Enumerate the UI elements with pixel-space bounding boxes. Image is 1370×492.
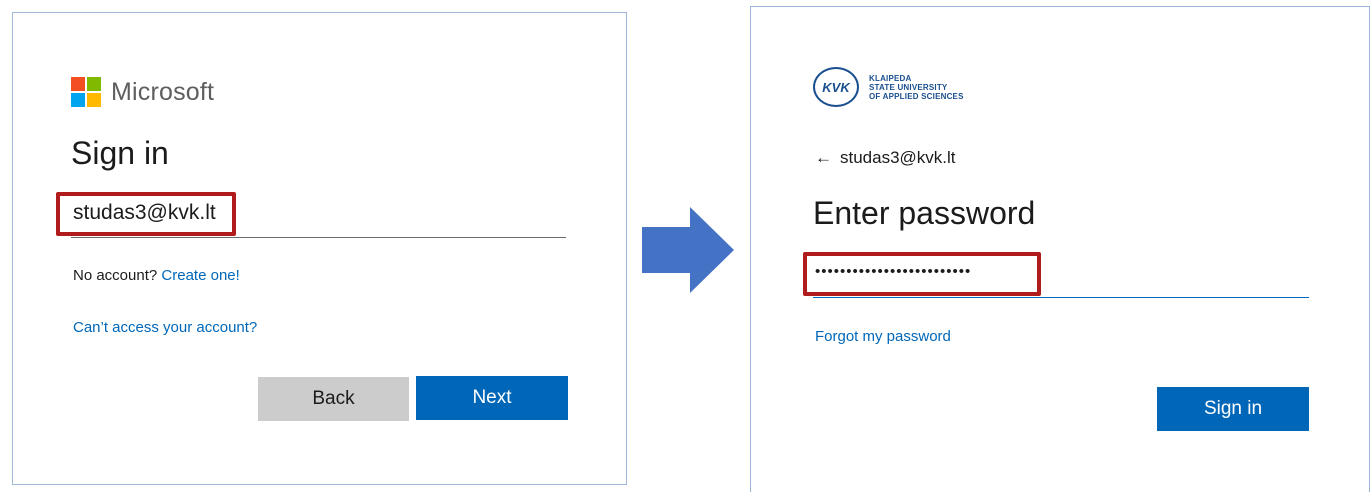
password-panel: KVK KLAIPEDA STATE UNIVERSITY OF APPLIED… bbox=[750, 6, 1370, 492]
no-account-row: No account? Create one! bbox=[73, 267, 240, 284]
organization-name: KLAIPEDA STATE UNIVERSITY OF APPLIED SCI… bbox=[869, 74, 964, 101]
cant-access-link[interactable]: Can’t access your account? bbox=[73, 319, 257, 336]
org-line-3: OF APPLIED SCIENCES bbox=[869, 91, 964, 101]
next-button[interactable]: Next bbox=[416, 376, 568, 420]
org-line-2: STATE UNIVERSITY bbox=[869, 82, 948, 92]
org-line-1: KLAIPEDA bbox=[869, 73, 912, 83]
account-email: studas3@kvk.lt bbox=[840, 148, 956, 167]
right-arrow-icon bbox=[642, 207, 734, 293]
no-account-label: No account? bbox=[73, 267, 158, 284]
forgot-password-link[interactable]: Forgot my password bbox=[815, 328, 951, 345]
brand-name: Microsoft bbox=[111, 77, 215, 106]
back-button[interactable]: Back bbox=[258, 377, 409, 421]
email-highlight-box bbox=[56, 192, 236, 236]
create-account-link[interactable]: Create one! bbox=[161, 267, 239, 284]
organization-logo: KVK KLAIPEDA STATE UNIVERSITY OF APPLIED… bbox=[813, 67, 964, 107]
page-title: Enter password bbox=[813, 195, 1036, 231]
account-back-row[interactable]: ← studas3@kvk.lt bbox=[815, 148, 956, 168]
page-title: Sign in bbox=[71, 135, 169, 171]
password-highlight-box bbox=[803, 252, 1041, 296]
back-arrow-icon[interactable]: ← bbox=[815, 148, 832, 168]
password-underline bbox=[813, 297, 1309, 298]
microsoft-logo: Microsoft bbox=[71, 77, 214, 107]
signin-button[interactable]: Sign in bbox=[1157, 387, 1309, 431]
signin-panel: Microsoft Sign in studas3@kvk.lt No acco… bbox=[12, 12, 627, 485]
kvk-emblem-icon: KVK bbox=[813, 67, 859, 107]
microsoft-squares-icon bbox=[71, 77, 101, 107]
email-underline bbox=[71, 237, 566, 238]
